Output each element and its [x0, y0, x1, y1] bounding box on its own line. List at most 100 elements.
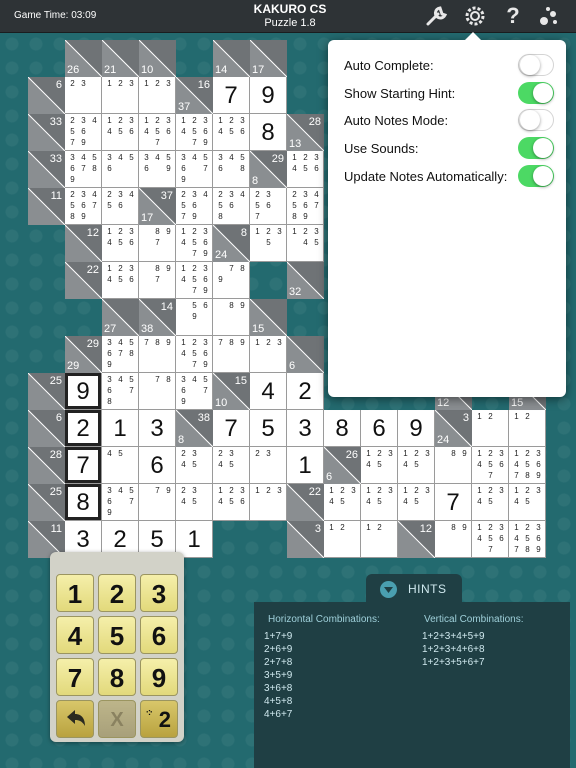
key-4[interactable]: 4 — [56, 616, 94, 654]
setting-show-starting-hint[interactable]: Show Starting Hint: — [344, 82, 554, 106]
grid-cell[interactable]: 5 — [250, 410, 287, 447]
gear-icon[interactable] — [462, 4, 488, 28]
key-9[interactable]: 9 — [140, 658, 178, 696]
grid-cell[interactable]: 8 — [250, 114, 287, 151]
setting-auto-complete[interactable]: Auto Complete: — [344, 54, 554, 78]
key-8[interactable]: 8 — [98, 658, 136, 696]
show-starting-hint-toggle[interactable] — [518, 82, 554, 104]
grid-cell[interactable]: 345 6 9 — [139, 151, 176, 188]
grid-cell[interactable]: 234 5679 — [176, 188, 213, 225]
grid-cell[interactable]: 12345 — [361, 447, 398, 484]
grid-cell[interactable]: 345 678 9 — [65, 151, 102, 188]
key-7[interactable]: 7 — [56, 658, 94, 696]
grid-cell[interactable]: 345 6 7 8 — [102, 373, 139, 410]
clear-button[interactable]: X — [98, 700, 136, 738]
selected-cell[interactable]: 8 — [65, 484, 102, 521]
grid-cell[interactable]: 123 — [250, 336, 287, 373]
grid-cell[interactable]: 6 — [139, 447, 176, 484]
setting-use-sounds[interactable]: Use Sounds: — [344, 137, 554, 161]
grid-cell[interactable]: 12345 — [509, 484, 546, 521]
update-notes-toggle[interactable] — [518, 165, 554, 187]
grid-cell[interactable]: 123 456 — [213, 484, 250, 521]
grid-cell[interactable]: 123 — [139, 77, 176, 114]
grid-cell[interactable]: 345 6 8 — [213, 151, 250, 188]
help-icon[interactable]: ? — [500, 4, 526, 28]
grid-cell[interactable]: 789 — [213, 262, 250, 299]
grid-cell[interactable]: 9 — [250, 77, 287, 114]
grid-cell[interactable]: 79 — [139, 484, 176, 521]
setting-update-notes[interactable]: Update Notes Automatically: — [344, 165, 554, 189]
grid-cell[interactable]: 123 4567 — [139, 114, 176, 151]
grid-cell[interactable]: 123 45679 — [176, 262, 213, 299]
grid-cell[interactable]: 123 456 — [287, 151, 324, 188]
grid-cell[interactable]: 234 5679 — [65, 114, 102, 151]
grid-cell[interactable]: 234 567 89 — [287, 188, 324, 225]
grid-cell[interactable]: 123 456 789 — [509, 521, 546, 558]
grid-cell[interactable]: 2345 — [213, 447, 250, 484]
grid-cell[interactable]: 897 — [139, 225, 176, 262]
grid-cell[interactable]: 12345 — [472, 484, 509, 521]
grid-cell[interactable]: 234 567 89 — [65, 188, 102, 225]
grid-cell[interactable]: 2345 — [176, 484, 213, 521]
grid-cell[interactable]: 897 — [139, 262, 176, 299]
selected-cell[interactable]: 9 — [65, 373, 102, 410]
grid-cell[interactable]: 12 — [472, 410, 509, 447]
grid-cell[interactable]: 12345 — [287, 225, 324, 262]
grid-cell[interactable]: 12 — [324, 521, 361, 558]
grid-cell[interactable]: 345 6 7 9 — [102, 484, 139, 521]
grid-cell[interactable]: 123 — [102, 77, 139, 114]
key-5[interactable]: 5 — [98, 616, 136, 654]
grid-cell[interactable]: 123 456 789 — [509, 447, 546, 484]
grid-cell[interactable]: 123 456 — [102, 225, 139, 262]
key-3[interactable]: 3 — [140, 574, 178, 612]
grid-cell[interactable]: 45 — [102, 447, 139, 484]
wrench-icon[interactable] — [424, 4, 450, 28]
notes-mode-button[interactable]: ·:· 2 — [140, 700, 178, 738]
grid-cell[interactable]: 1 — [287, 447, 324, 484]
grid-cell[interactable]: 23 — [65, 77, 102, 114]
grid-cell[interactable]: 123 45679 — [176, 336, 213, 373]
grid-cell[interactable]: 89 — [435, 521, 472, 558]
grid-cell[interactable]: 123 4567 — [472, 521, 509, 558]
grid-cell[interactable]: 123 456 — [102, 262, 139, 299]
grid-cell[interactable]: 12345 — [361, 484, 398, 521]
grid-cell[interactable]: 123 45679 — [176, 225, 213, 262]
bubbles-icon[interactable] — [536, 4, 562, 28]
grid-cell[interactable]: 7 — [435, 484, 472, 521]
grid-cell[interactable]: 7 — [213, 77, 250, 114]
selected-cell[interactable]: 7 — [65, 447, 102, 484]
grid-cell[interactable]: 123 456 — [102, 114, 139, 151]
grid-cell[interactable]: 123 45679 — [176, 114, 213, 151]
grid-cell[interactable]: 345 6 — [102, 151, 139, 188]
grid-cell[interactable]: 89 — [213, 299, 250, 336]
grid-cell[interactable]: 12345 — [398, 447, 435, 484]
selected-cell[interactable]: 2 — [65, 410, 102, 447]
grid-cell[interactable]: 345 6 7 9 — [176, 151, 213, 188]
grid-cell[interactable]: 4 — [250, 373, 287, 410]
grid-cell[interactable]: 569 — [176, 299, 213, 336]
grid-cell[interactable]: 7 — [213, 410, 250, 447]
grid-cell[interactable]: 12345 — [398, 484, 435, 521]
grid-cell[interactable]: 2 — [287, 373, 324, 410]
grid-cell[interactable]: 3 — [287, 410, 324, 447]
use-sounds-toggle[interactable] — [518, 137, 554, 159]
grid-cell[interactable]: 123 456 — [213, 114, 250, 151]
grid-cell[interactable]: 9 — [398, 410, 435, 447]
grid-cell[interactable]: 23 — [250, 447, 287, 484]
grid-cell[interactable]: 12 — [361, 521, 398, 558]
grid-cell[interactable]: 789 — [213, 336, 250, 373]
grid-cell[interactable]: 1235 — [250, 225, 287, 262]
grid-cell[interactable]: 123 4567 — [472, 447, 509, 484]
auto-complete-toggle[interactable] — [518, 54, 554, 76]
grid-cell[interactable]: 23567 — [250, 188, 287, 225]
grid-cell[interactable]: 345 6 7 9 — [176, 373, 213, 410]
grid-cell[interactable]: 8 — [324, 410, 361, 447]
grid-cell[interactable]: 2345 — [176, 447, 213, 484]
key-1[interactable]: 1 — [56, 574, 94, 612]
key-2[interactable]: 2 — [98, 574, 136, 612]
auto-notes-mode-toggle[interactable] — [518, 109, 554, 131]
grid-cell[interactable]: 12345 — [324, 484, 361, 521]
grid-cell[interactable]: 3 — [139, 410, 176, 447]
grid-cell[interactable]: 123 — [250, 484, 287, 521]
grid-cell[interactable]: 234 568 — [213, 188, 250, 225]
